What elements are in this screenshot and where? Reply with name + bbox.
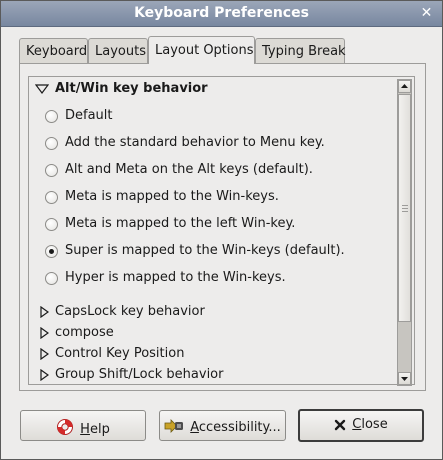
radio-button[interactable] — [45, 110, 58, 123]
radio-button[interactable] — [45, 272, 58, 285]
window-close-icon[interactable]: ✕ — [417, 4, 436, 22]
accessibility-label-mnemonic: A — [190, 420, 199, 435]
radio-button[interactable] — [45, 191, 58, 204]
tab-layouts[interactable]: Layouts — [88, 38, 148, 63]
scroll-down-button[interactable] — [398, 372, 411, 385]
expander-closed-icon[interactable] — [39, 327, 49, 339]
scroll-thumb[interactable] — [398, 94, 411, 322]
close-label-post: lose — [361, 417, 388, 432]
close-button[interactable]: Close — [298, 409, 424, 442]
tab-layouts-label: Layouts — [95, 44, 146, 59]
tab-typing-break[interactable]: Typing Break — [255, 38, 346, 63]
close-x-icon — [335, 419, 346, 431]
radio-label: Super is mapped to the Win-keys (default… — [65, 243, 345, 258]
radio-button[interactable] — [45, 164, 58, 177]
radio-label: Alt and Meta on the Alt keys (default). — [65, 162, 313, 177]
expander-closed-icon[interactable] — [39, 369, 49, 381]
close-label-mnemonic: C — [352, 417, 362, 432]
help-label-mnemonic: H — [80, 422, 90, 437]
radio-label: Hyper is mapped to the Win-keys. — [65, 270, 286, 285]
accessibility-icon — [164, 419, 184, 433]
group-label: compose — [55, 325, 114, 340]
lifebuoy-icon — [57, 419, 74, 435]
radio-label: Default — [65, 108, 113, 123]
keyboard-preferences-window: Keyboard Preferences ✕ Keyboard Layouts … — [0, 0, 443, 460]
radio-label: Add the standard behavior to Menu key. — [65, 135, 325, 150]
vertical-scrollbar[interactable] — [397, 79, 412, 386]
help-label-post: elp — [89, 422, 110, 437]
accessibility-label-post: ccessibility... — [198, 420, 281, 435]
radio-label: Meta is mapped to the Win-keys. — [65, 189, 279, 204]
scroll-up-button[interactable] — [398, 80, 411, 93]
window-title: Keyboard Preferences — [134, 5, 309, 21]
accessibility-button[interactable]: Accessibility... — [159, 410, 286, 441]
grip-line — [402, 205, 408, 206]
tab-layout-options-label: Layout Options — [155, 43, 254, 58]
grip-line — [402, 211, 408, 212]
group-label: Group Shift/Lock behavior — [55, 367, 224, 382]
tab-typing-break-label: Typing Break — [262, 44, 346, 59]
expander-closed-icon[interactable] — [39, 348, 49, 360]
radio-button-checked[interactable] — [45, 245, 58, 258]
group-label: Control Key Position — [55, 346, 185, 361]
radio-button[interactable] — [45, 218, 58, 231]
tab-layout-options[interactable]: Layout Options — [148, 36, 255, 64]
title-bar[interactable]: Keyboard Preferences ✕ — [1, 1, 442, 27]
group-title-alt-win[interactable]: Alt/Win key behavior — [55, 81, 208, 96]
expander-open-icon[interactable] — [35, 83, 49, 95]
group-label: CapsLock key behavior — [55, 304, 205, 319]
grip-line — [402, 208, 408, 209]
tab-keyboard[interactable]: Keyboard — [19, 38, 88, 63]
arrow-up-icon — [401, 84, 408, 88]
arrow-down-icon — [401, 377, 408, 381]
expander-closed-icon[interactable] — [39, 306, 49, 318]
tab-keyboard-label: Keyboard — [26, 44, 88, 59]
radio-button[interactable] — [45, 137, 58, 150]
radio-label: Meta is mapped to the left Win-key. — [65, 216, 296, 231]
help-button[interactable]: Help — [20, 410, 146, 441]
